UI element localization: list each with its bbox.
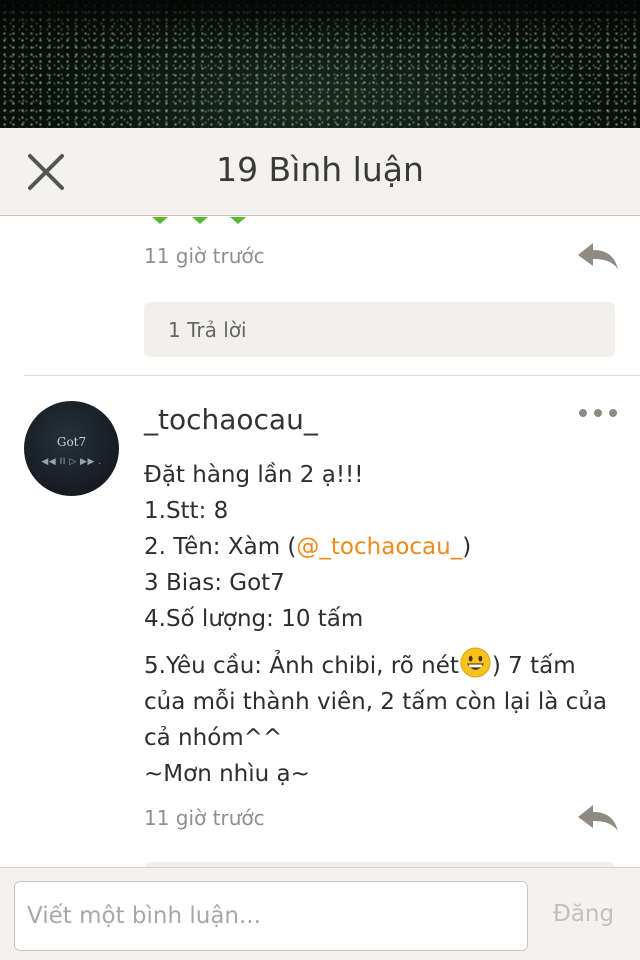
page-title: 19 Bình luận: [216, 150, 424, 189]
comment-line: 1.Stt: 8: [144, 498, 229, 524]
comment-body: Đặt hàng lần 2 ạ!!! 1.Stt: 8 2. Tên: Xàm…: [144, 457, 616, 792]
avatar-subtext: ◀◀ II ▷ ▶▶ .: [41, 457, 102, 467]
view-replies-button[interactable]: 1 Trả lời: [144, 302, 615, 357]
comment-line: 5.Yêu cầu: Ảnh chibi, rõ nét ) 7 tấm của…: [144, 647, 616, 756]
chevron-down-icon: [152, 217, 246, 224]
reply-button[interactable]: [576, 803, 620, 833]
reply-button[interactable]: [576, 241, 620, 271]
comment-composer: Đăng: [0, 867, 640, 960]
reply-arrow-icon: [578, 805, 618, 831]
comment-divider: [24, 375, 640, 376]
comment-input[interactable]: [14, 881, 528, 951]
comments-header: 19 Bình luận: [0, 128, 640, 216]
post-button[interactable]: Đăng: [553, 901, 614, 927]
user-mention-link[interactable]: @_tochaocau_: [296, 534, 462, 560]
grinning-face-emoji-icon: [460, 647, 491, 678]
comment-line: 2. Tên: Xàm (@_tochaocau_): [144, 534, 472, 560]
comment-timestamp: 11 giờ trước: [144, 806, 265, 830]
background-photo: [0, 0, 640, 128]
reply-arrow-icon: [578, 243, 618, 269]
more-options-button[interactable]: [578, 405, 618, 419]
comment-line: ~Mơn nhìu ạ~: [144, 761, 310, 787]
comment-line: Đặt hàng lần 2 ạ!!!: [144, 462, 364, 488]
comments-list[interactable]: 11 giờ trước 1 Trả lời Got7 ◀◀ II ▷ ▶▶ .…: [0, 217, 640, 867]
avatar[interactable]: Got7 ◀◀ II ▷ ▶▶ .: [24, 401, 119, 496]
avatar-text: Got7: [56, 435, 87, 449]
comment-timestamp: 11 giờ trước: [144, 244, 265, 268]
comment-line: 3 Bias: Got7: [144, 570, 285, 596]
more-dots-icon: [579, 409, 617, 417]
comment-line: 4.Số lượng: 10 tấm: [144, 606, 364, 632]
comment-username[interactable]: _tochaocau_: [144, 403, 318, 436]
